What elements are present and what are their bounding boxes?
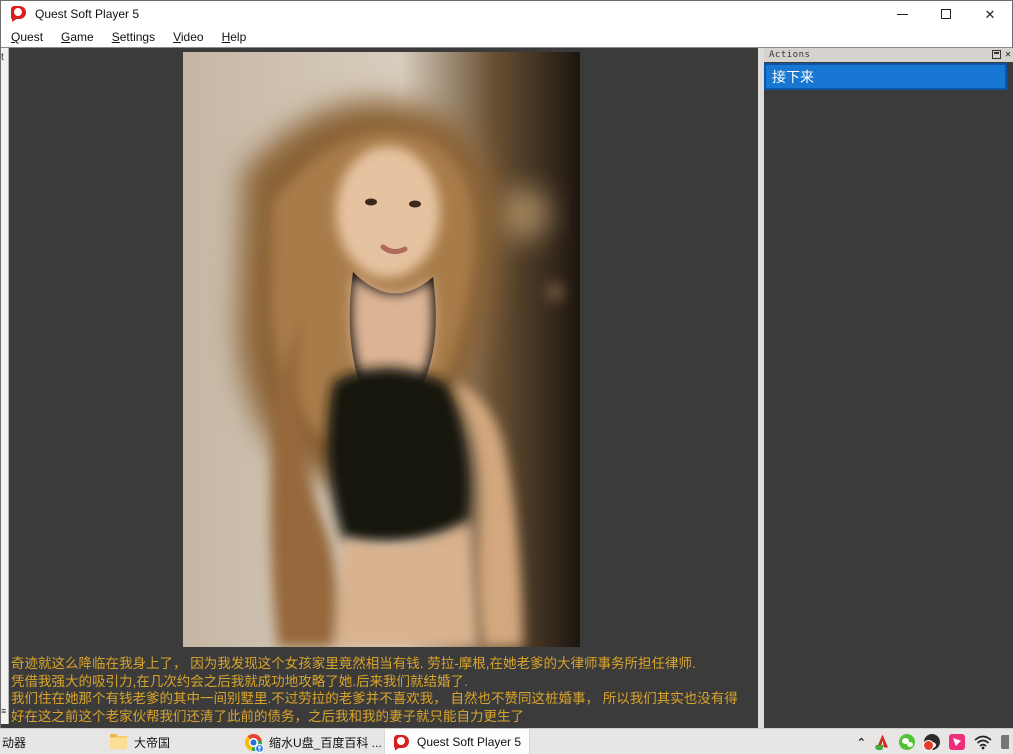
taskbar-item-label: 动器	[2, 734, 26, 751]
menu-game[interactable]: Game	[53, 28, 102, 46]
red-app-tray-icon[interactable]	[875, 735, 890, 750]
titlebar[interactable]: Quest Soft Player 5 ✕	[1, 1, 1012, 27]
chevron-up-icon[interactable]: ⌃	[857, 736, 866, 749]
panel-float-icon[interactable]	[992, 50, 1001, 59]
quest-player-icon	[393, 734, 410, 751]
quest-player-window: Quest Soft Player 5 ✕ Quest Game Setting…	[0, 0, 1013, 728]
taskbar-item-label: 缩水U盘_百度百科 ...	[269, 734, 382, 751]
pink-app-tray-icon[interactable]	[949, 734, 965, 750]
taskbar-item-label: Quest Soft Player 5	[417, 735, 521, 749]
taskbar-item-partial[interactable]: 动器	[2, 729, 26, 754]
action-item-next[interactable]: 接下来	[764, 63, 1007, 90]
character-photo	[183, 52, 580, 647]
actions-panel-title: Actions	[769, 50, 810, 60]
menu-video[interactable]: Video	[165, 28, 211, 46]
minimize-button[interactable]	[880, 1, 924, 27]
taskbar-item-chrome[interactable]: 缩水U盘_百度百科 ...	[245, 729, 382, 754]
background-window-sliver: t ≡	[1, 48, 9, 724]
story-line: 凭借我强大的吸引力,在几次约会之后我就成功地攻略了她.后来我们就结婚了.	[11, 673, 758, 691]
app-logo-icon	[10, 6, 27, 22]
system-tray: ⌃	[857, 729, 1009, 754]
story-line: 好在这之前这个老家伙帮我们还清了此前的债务，之后我和我的妻子就只能自力更生了	[11, 708, 758, 726]
background-window-bottom-glyph: ≡	[1, 706, 6, 716]
menu-quest[interactable]: Quest	[3, 28, 51, 46]
close-button[interactable]: ✕	[968, 1, 1012, 27]
actions-panel-header: Actions ✕	[764, 48, 1013, 62]
close-icon: ✕	[985, 8, 996, 21]
panel-close-icon[interactable]: ✕	[1005, 50, 1011, 59]
wifi-icon[interactable]	[974, 735, 992, 750]
menu-help[interactable]: Help	[214, 28, 255, 46]
wechat-tray-icon[interactable]	[899, 734, 915, 750]
background-window-top-glyph: t	[1, 52, 4, 63]
game-client-area: t ≡	[1, 47, 1012, 728]
story-line: 奇迹就这么降临在我身上了， 因为我发现这个女孩家里竟然相当有钱. 劳拉-摩根,在…	[11, 655, 758, 673]
menubar: Quest Game Settings Video Help	[1, 27, 1012, 47]
qq-tray-icon[interactable]	[924, 734, 940, 750]
taskbar-item-label: 大帝国	[134, 734, 170, 751]
window-title: Quest Soft Player 5	[35, 7, 139, 21]
taskbar-item-folder[interactable]: 大帝国	[110, 729, 170, 754]
story-line: 我们住在她那个有钱老爹的其中一间别墅里.不过劳拉的老爹并不喜欢我， 自然也不赞同…	[11, 690, 758, 708]
edge-cut-tray-icon[interactable]	[1001, 735, 1009, 749]
minimize-icon	[897, 14, 908, 15]
actions-panel: Actions ✕ 接下来	[764, 48, 1013, 729]
chrome-icon	[245, 734, 262, 751]
story-text: 奇迹就这么降临在我身上了， 因为我发现这个女孩家里竟然相当有钱. 劳拉-摩根,在…	[11, 655, 758, 725]
taskbar: 动器 大帝国 缩水U盘_百度百科 ... Quest Soft Player 5…	[0, 728, 1013, 754]
screen: Quest Soft Player 5 ✕ Quest Game Setting…	[0, 0, 1013, 754]
taskbar-item-quest-player[interactable]: Quest Soft Player 5	[384, 729, 530, 754]
maximize-icon	[941, 9, 951, 19]
chrome-profile-badge	[255, 744, 264, 753]
maximize-button[interactable]	[924, 1, 968, 27]
window-controls: ✕	[880, 1, 1012, 27]
folder-icon	[110, 736, 127, 749]
menu-settings[interactable]: Settings	[104, 28, 163, 46]
character-photo-art	[183, 52, 580, 647]
